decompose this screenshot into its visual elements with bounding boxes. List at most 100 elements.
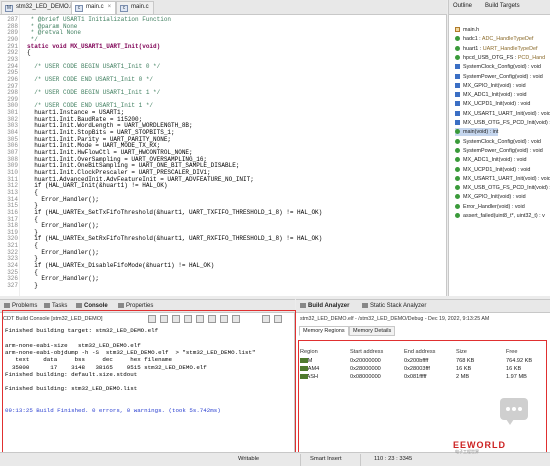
outline-item[interactable]: MX_ADC1_Init(void) : void (455, 91, 527, 99)
tab-memory-regions[interactable]: Memory Regions (299, 326, 349, 336)
outline-item[interactable]: MX_GPIO_Init(void) : void (455, 193, 526, 201)
console-line: Finished building: stm32_LED_DEMO.list (5, 385, 138, 393)
table-cell: 0x081fffff (404, 374, 427, 380)
outline-label: main.h (463, 27, 480, 33)
display-console-icon[interactable] (220, 315, 228, 323)
outline-item[interactable]: assert_failed(uint8_t*, uint32_t) : v (455, 212, 545, 220)
code-editor[interactable]: 287 288 289 290 291 292 293 294 295 296 297 298 299 3… (0, 15, 447, 296)
outline-item[interactable]: MX_ADC1_Init(void) : void (455, 156, 527, 164)
maximize-icon[interactable] (274, 315, 282, 323)
outline-label: MX_ADC1_Init(void) : void (463, 92, 527, 99)
outline-item[interactable]: main.h (455, 26, 479, 34)
console-line: arm-none-eabi-size stm32_LED_DEMO.elf (5, 341, 141, 349)
tab-console[interactable]: Console (76, 303, 108, 309)
outline-item[interactable]: SystemClock_Config(void) : void (455, 138, 541, 146)
console-panel: Problems Tasks Console Properties CDT Bu… (0, 299, 295, 466)
outline-item[interactable]: MX_USB_OTG_FS_PCD_Init(void) : voi (455, 119, 550, 127)
outline-label: MX_UCPD1_Init(void) : void (463, 101, 531, 108)
problems-icon (4, 303, 10, 308)
outline-label: assert_failed(uint8_t*, uint32_t) : v (463, 213, 545, 219)
watermark-subtext: 电子工程世界 (455, 449, 479, 454)
outline-label: MX_USB_OTG_FS_PCD_Init(void) : vo (463, 185, 550, 192)
tab-problems[interactable]: Problems (4, 303, 37, 309)
console-line: Finished building: default.size.stdout (5, 370, 138, 378)
outline-item[interactable]: Error_Handler(void) : void (455, 203, 525, 211)
tab-label: stm32_LED_DEMO.ioc (16, 4, 79, 10)
outline-item[interactable]: MX_USART1_UART_Init(void) : void (455, 110, 550, 118)
tab-tasks[interactable]: Tasks (44, 303, 67, 309)
column-header[interactable]: Region (300, 349, 318, 355)
member-icon (455, 194, 460, 200)
pin-console-icon[interactable] (208, 315, 216, 323)
table-cell: 16 KB (456, 366, 472, 372)
outline-item[interactable]: MX_USART1_UART_Init(void) : void (455, 175, 550, 183)
outline-item[interactable]: main(void) : int (455, 128, 499, 137)
outline-item[interactable]: huart1 : UART_HandleTypeDef (455, 45, 538, 53)
table-cell: FLASH (300, 374, 318, 380)
outline-item[interactable]: SystemClock_Config(void) : void (455, 63, 541, 71)
outline-label: MX_UCPD1_Init(void) : void (463, 166, 531, 173)
outline-item[interactable]: MX_USB_OTG_FS_PCD_Init(void) : vo (455, 184, 550, 192)
outline-item[interactable]: MX_GPIO_Init(void) : void (455, 82, 526, 90)
close-icon[interactable]: × (108, 4, 112, 10)
outline-item[interactable]: SystemPower_Config(void) : void (455, 73, 543, 81)
outline-item[interactable]: SystemPower_Config(void) : void (455, 147, 543, 155)
table-row[interactable]: SRAM4 0x28000000 0x28003fff 16 KB 16 KB (296, 366, 550, 374)
chat-dot (518, 407, 522, 411)
code-line: /* USER CODE END USART1_Init 0 */ (27, 75, 154, 83)
tab-main-c[interactable]: c main.c × (71, 1, 117, 14)
remove-launch-icon[interactable] (160, 315, 168, 323)
editor-tab-bar: Mstm32_LED_DEMO.ioc c main.c × c main.c (0, 0, 447, 15)
outline-item[interactable]: hpcd_USB_OTG_FS : PCD_Hand (455, 54, 545, 62)
outline-item[interactable]: hadc1 : ADC_HandleTypeDef (455, 35, 533, 43)
code-line: static void MX_USART1_UART_Init(void) (27, 42, 161, 50)
tab-properties[interactable]: Properties (118, 303, 153, 309)
column-header[interactable]: Size (456, 349, 467, 355)
tab-build-targets[interactable]: Build Targets (485, 3, 520, 9)
outline-label: MX_GPIO_Init(void) : void (463, 82, 526, 89)
table-cell: 768 KB (456, 358, 475, 364)
code-line: /* USER CODE BEGIN USART1_Init 0 */ (27, 62, 161, 70)
column-header[interactable]: Free (506, 349, 518, 355)
column-header[interactable]: Start address (350, 349, 383, 355)
tab-static-stack-analyzer[interactable]: Static Stack Analyzer (362, 303, 426, 309)
word-wrap-icon[interactable] (196, 315, 204, 323)
terminate-icon[interactable] (148, 315, 156, 323)
member-icon (455, 138, 460, 144)
tab-outline[interactable]: Outline (453, 3, 472, 9)
code-line: if (HAL_UART_Init(&huart1) != HAL_OK) (27, 182, 168, 190)
member-icon (455, 203, 460, 209)
table-row[interactable]: FLASH 0x08000000 0x081fffff 2 MB 1.97 MB (296, 374, 550, 382)
analyzer-icon (300, 303, 306, 308)
console-line: arm-none-eabi-objdump -h -S stm32_LED_DE… (5, 348, 256, 356)
tab-memory-details[interactable]: Memory Details (349, 326, 396, 336)
table-row[interactable]: RAM 0x20000000 0x200bffff 768 KB 764.92 KB (296, 358, 550, 366)
status-divider (360, 454, 361, 466)
tab-label: Build Analyzer (308, 303, 350, 310)
analyzer-subtitle: stm32_LED_DEMO.elf - /stm32_LED_DEMO/Deb… (300, 316, 490, 322)
scroll-lock-icon[interactable] (184, 315, 192, 323)
console-tab-bar: Problems Tasks Console Properties (0, 300, 295, 313)
clear-console-icon[interactable] (172, 315, 180, 323)
line-number-gutter: 287 288 289 290 291 292 293 294 295 296 297 298 299 3… (0, 15, 20, 296)
tab-label: main.c (131, 4, 149, 10)
outline-label: hpcd_USB_OTG_FS : (463, 54, 518, 61)
outline-item[interactable]: MX_UCPD1_Init(void) : void (455, 100, 530, 108)
outline-label: main(void) : int (463, 129, 499, 136)
analyzer-tab-bar: Build Analyzer Static Stack Analyzer (296, 300, 550, 313)
column-header[interactable]: End address (404, 349, 435, 355)
outline-item[interactable]: MX_UCPD1_Init(void) : void (455, 166, 530, 174)
status-divider (300, 454, 301, 466)
status-insert-mode: Smart Insert (310, 456, 342, 462)
line-number: 327 (7, 282, 18, 289)
minimize-icon[interactable] (262, 315, 270, 323)
open-console-icon[interactable] (232, 315, 240, 323)
tab-build-analyzer[interactable]: Build Analyzer (300, 303, 349, 309)
member-icon (455, 175, 460, 181)
member-icon (455, 129, 460, 135)
build-analyzer-panel: Build Analyzer Static Stack Analyzer stm… (296, 299, 550, 466)
code-line: if (HAL_UARTEx_DisableFifoMode(&huart1) … (27, 262, 215, 270)
tab-main-c-2[interactable]: c main.c (116, 1, 154, 14)
